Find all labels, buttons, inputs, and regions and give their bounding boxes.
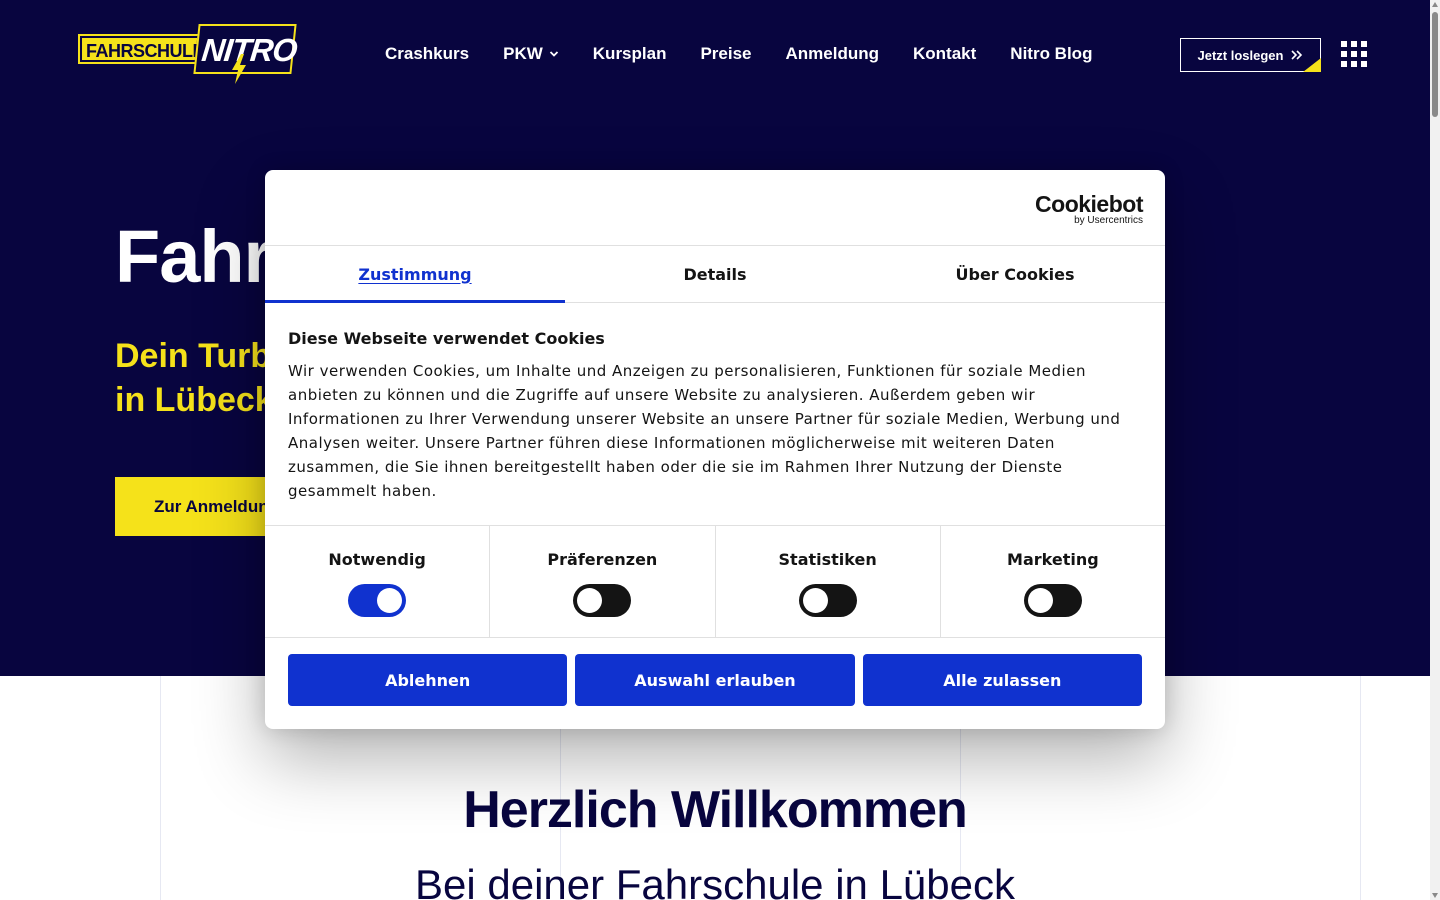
tab-details[interactable]: Details (565, 246, 865, 302)
scroll-down-arrow-icon[interactable] (1432, 893, 1438, 898)
cookiebot-by: by Usercentrics (1074, 215, 1143, 226)
dialog-text: Wir verwenden Cookies, um Inhalte und An… (288, 362, 1121, 500)
registration-button[interactable]: Zur Anmeldun (115, 477, 265, 536)
allow-all-button[interactable]: Alle zulassen (862, 654, 1142, 706)
get-started-label: Jetzt loslegen (1197, 47, 1284, 63)
cookiebot-brand: Cookiebot (1035, 191, 1143, 217)
hero-subtitle: Dein Turb in Lübeck (115, 334, 265, 422)
toggle-label: Präferenzen (547, 550, 658, 569)
nav-kontakt[interactable]: Kontakt (913, 44, 976, 64)
nav-nitro-blog[interactable]: Nitro Blog (1010, 44, 1092, 64)
statistiken-switch[interactable] (798, 584, 857, 617)
nav-label: Nitro Blog (1010, 44, 1093, 63)
dialog-header: Cookiebot by Usercentrics (265, 170, 1165, 246)
nav-anmeldung[interactable]: Anmeldung (786, 44, 880, 64)
allow-selection-button[interactable]: Auswahl erlauben (575, 654, 855, 706)
toggle-group-praeferenzen: Präferenzen (490, 526, 716, 637)
toggle-label: Notwendig (328, 550, 426, 569)
cookie-consent-dialog: Cookiebot by Usercentrics Zustimmung Det… (265, 170, 1165, 729)
chevron-down-icon (549, 51, 558, 57)
welcome-title: Herzlich Willkommen (463, 781, 968, 839)
decline-button[interactable]: Ablehnen (288, 654, 568, 706)
welcome-subtitle: Bei deiner Fahrschule in Lübeck (414, 861, 1016, 900)
nav-preise[interactable]: Preise (700, 44, 751, 64)
consent-toggles: Notwendig Präferenzen Statistiken Market… (265, 526, 1165, 638)
consent-tabs: Zustimmung Details Über Cookies (265, 246, 1165, 303)
toggle-label: Statistiken (778, 550, 877, 569)
grid-menu-icon[interactable] (1341, 41, 1367, 67)
dialog-body: Diese Webseite verwendet Cookies Wir ver… (265, 303, 1165, 526)
corner-accent (1303, 58, 1321, 72)
nav-label: Kontakt (913, 44, 977, 63)
marketing-switch[interactable] (1023, 584, 1082, 617)
scroll-thumb[interactable] (1432, 12, 1438, 117)
hero-title: Fahr (115, 215, 272, 298)
hero-subtitle-line2: in Lübeck (115, 381, 265, 419)
nav-label: Kursplan (592, 44, 667, 63)
scroll-up-arrow-icon[interactable] (1432, 2, 1438, 7)
logo-left-text: FAHRSCHULE (77, 34, 213, 64)
toggle-group-statistiken: Statistiken (716, 526, 941, 637)
nav-kursplan[interactable]: Kursplan (593, 44, 667, 64)
get-started-button[interactable]: Jetzt loslegen (1180, 38, 1321, 72)
logo-right-text: NITRO (200, 32, 299, 68)
notwendig-switch[interactable] (348, 584, 407, 617)
site-logo[interactable]: FAHRSCHULE NITRO (77, 24, 298, 84)
toggle-label: Marketing (1007, 550, 1099, 569)
nav-label: Anmeldung (785, 44, 880, 63)
nav-label: Preise (700, 44, 752, 63)
toggle-group-notwendig: Notwendig (265, 526, 491, 637)
nav-label: Crashkurs (385, 44, 470, 63)
main-nav: Crashkurs PKW Kursplan Preise Anmeldung … (385, 44, 1092, 64)
dialog-heading: Diese Webseite verwendet Cookies (288, 329, 605, 348)
double-chevron-right-icon (1291, 50, 1303, 60)
lightning-bolt-icon (232, 54, 246, 84)
nav-label: PKW (503, 44, 543, 63)
page-scrollbar[interactable] (1430, 0, 1440, 900)
cookiebot-logo: Cookiebot by Usercentrics (1035, 192, 1143, 226)
toggle-group-marketing: Marketing (941, 526, 1165, 637)
hero-subtitle-line1: Dein Turb (115, 337, 265, 375)
nav-pkw[interactable]: PKW (503, 44, 559, 64)
praeferenzen-switch[interactable] (573, 584, 632, 617)
tab-zustimmung[interactable]: Zustimmung (265, 246, 565, 303)
dialog-buttons: Ablehnen Auswahl erlauben Alle zulassen (265, 638, 1165, 722)
tab-ueber-cookies[interactable]: Über Cookies (865, 246, 1165, 302)
nav-crashkurs[interactable]: Crashkurs (385, 44, 469, 64)
